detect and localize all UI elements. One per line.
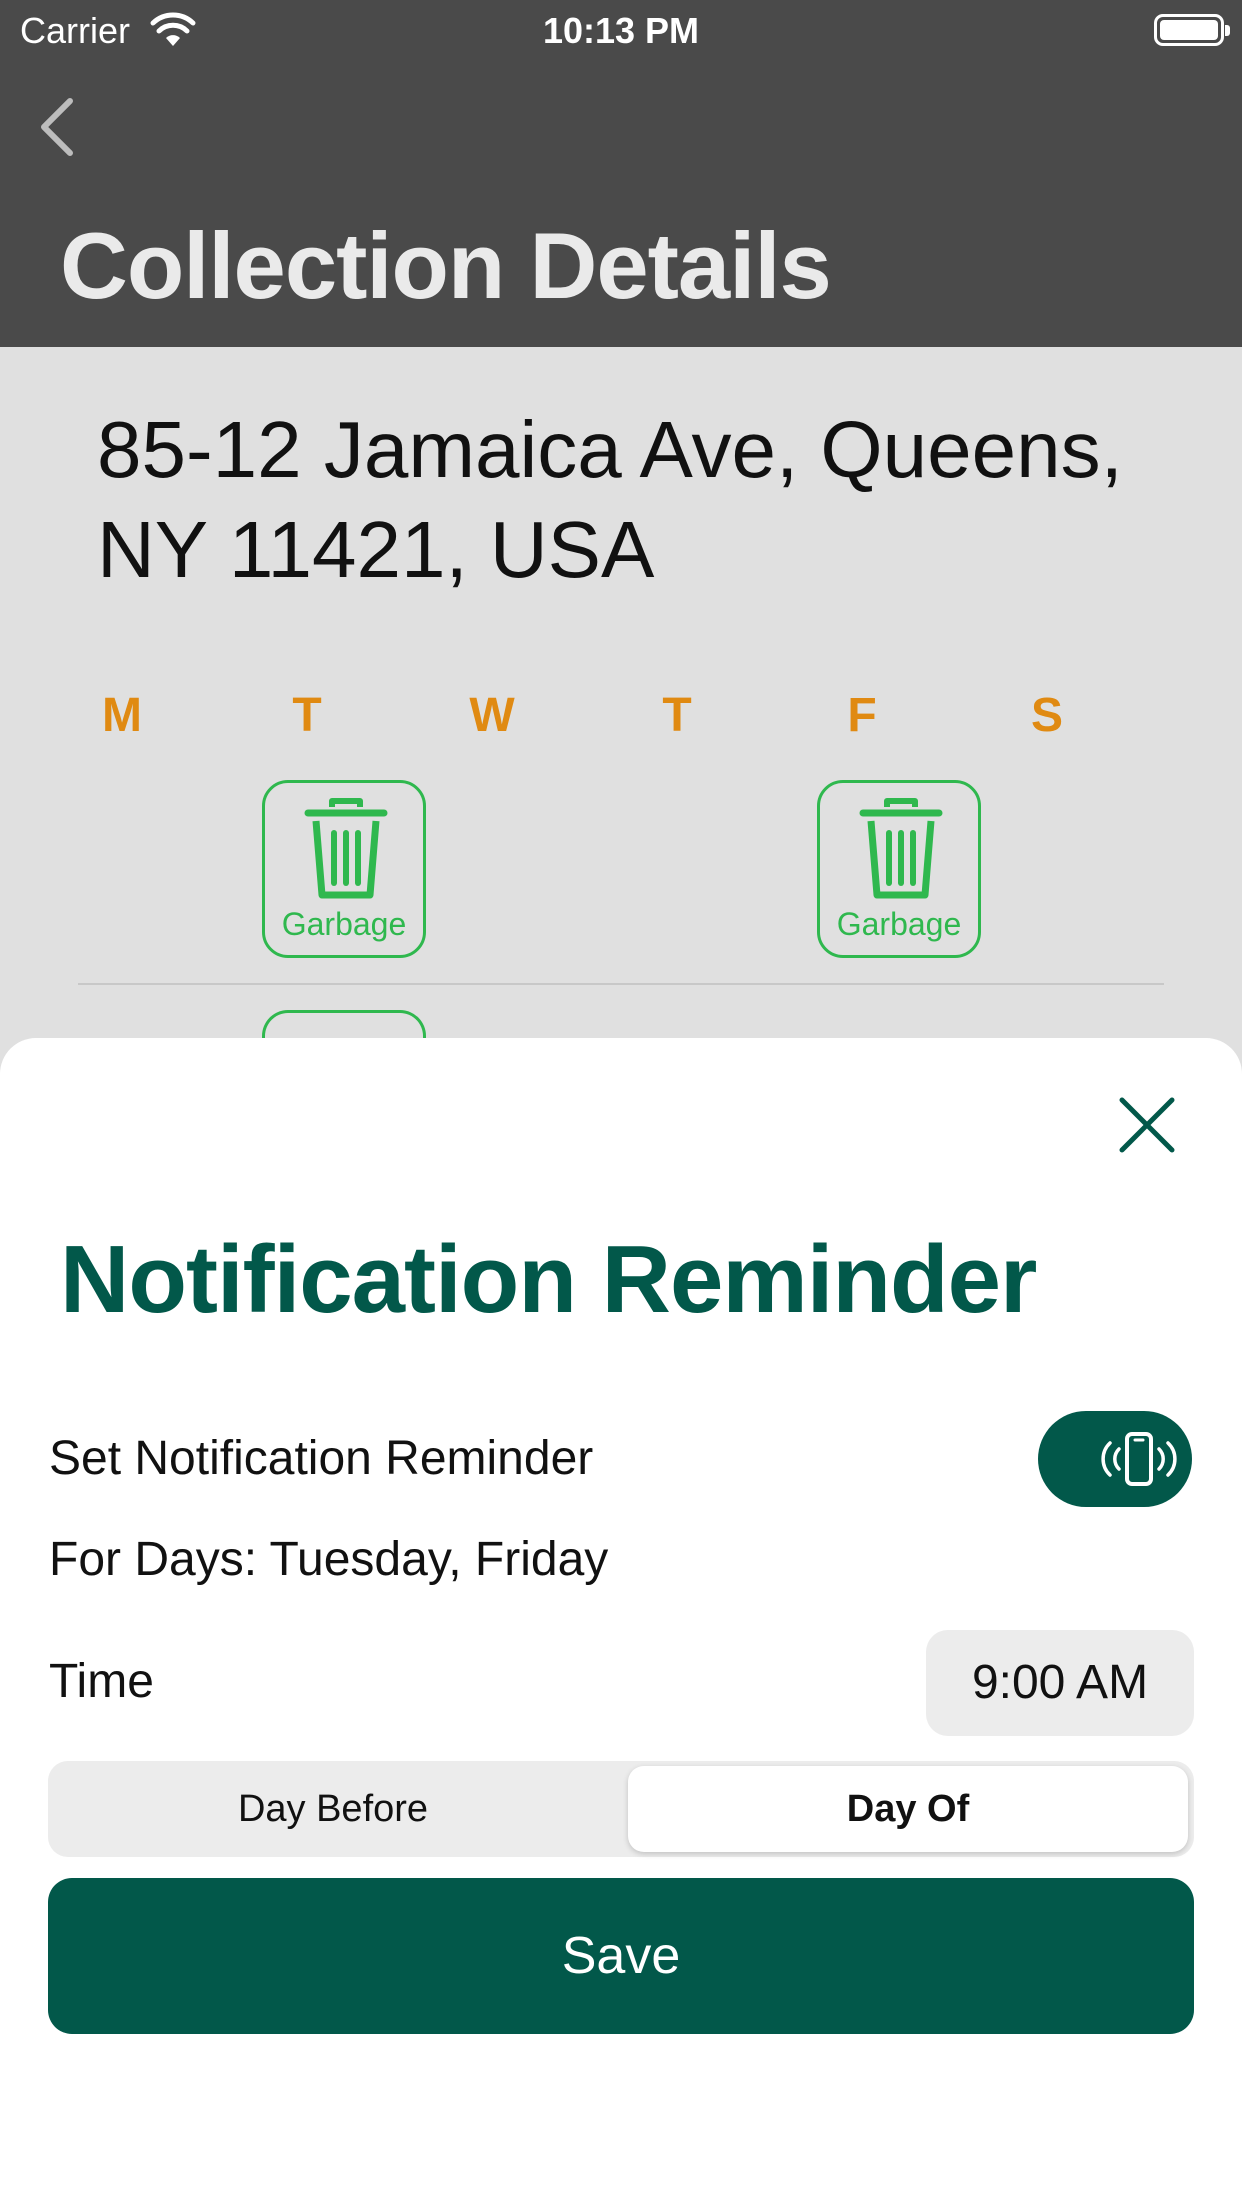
navigation-header: Carrier 10:13 PM Collection Details	[0, 0, 1242, 347]
time-picker[interactable]: 9:00 AM	[926, 1630, 1194, 1736]
row-divider	[78, 983, 1164, 985]
trash-icon	[304, 798, 388, 899]
weekday-label: W	[469, 689, 515, 742]
save-button[interactable]: Save	[48, 1878, 1194, 2034]
trash-icon	[859, 798, 943, 899]
close-icon[interactable]	[1118, 1096, 1176, 1154]
battery-icon	[1154, 14, 1230, 46]
weekday-label: F	[847, 689, 877, 742]
weekday-label: T	[292, 689, 322, 742]
status-time: 10:13 PM	[542, 10, 700, 51]
days-label: For Days: Tuesday, Friday	[49, 1533, 609, 1586]
status-bar: Carrier 10:13 PM	[0, 0, 1242, 62]
reminder-toggle[interactable]	[1038, 1411, 1192, 1507]
page-title: Collection Details	[60, 213, 832, 318]
weekday-header: M T W T F S	[82, 688, 1162, 742]
segment-day-of[interactable]: Day Of	[628, 1766, 1188, 1852]
sheet-title: Notification Reminder	[60, 1226, 1037, 1333]
back-chevron-icon[interactable]	[34, 95, 82, 159]
weekday-label: S	[1030, 689, 1063, 742]
garbage-label: Garbage	[281, 906, 407, 942]
address-text: 85-12 Jamaica Ave, Queens, NY 11421, USA	[97, 405, 1123, 594]
weekday-label: M	[102, 689, 142, 742]
segment-day-before[interactable]: Day Before	[53, 1766, 613, 1852]
set-reminder-label: Set Notification Reminder	[49, 1432, 594, 1485]
time-label: Time	[49, 1655, 154, 1708]
phone-vibrate-icon	[1101, 1432, 1177, 1486]
garbage-collection-tile[interactable]: Garbage	[262, 780, 426, 958]
garbage-label: Garbage	[836, 906, 962, 942]
weekday-label: T	[662, 689, 692, 742]
garbage-collection-tile[interactable]: Garbage	[817, 780, 981, 958]
reminder-timing-segmented-control: Day Before Day Of	[48, 1761, 1194, 1857]
